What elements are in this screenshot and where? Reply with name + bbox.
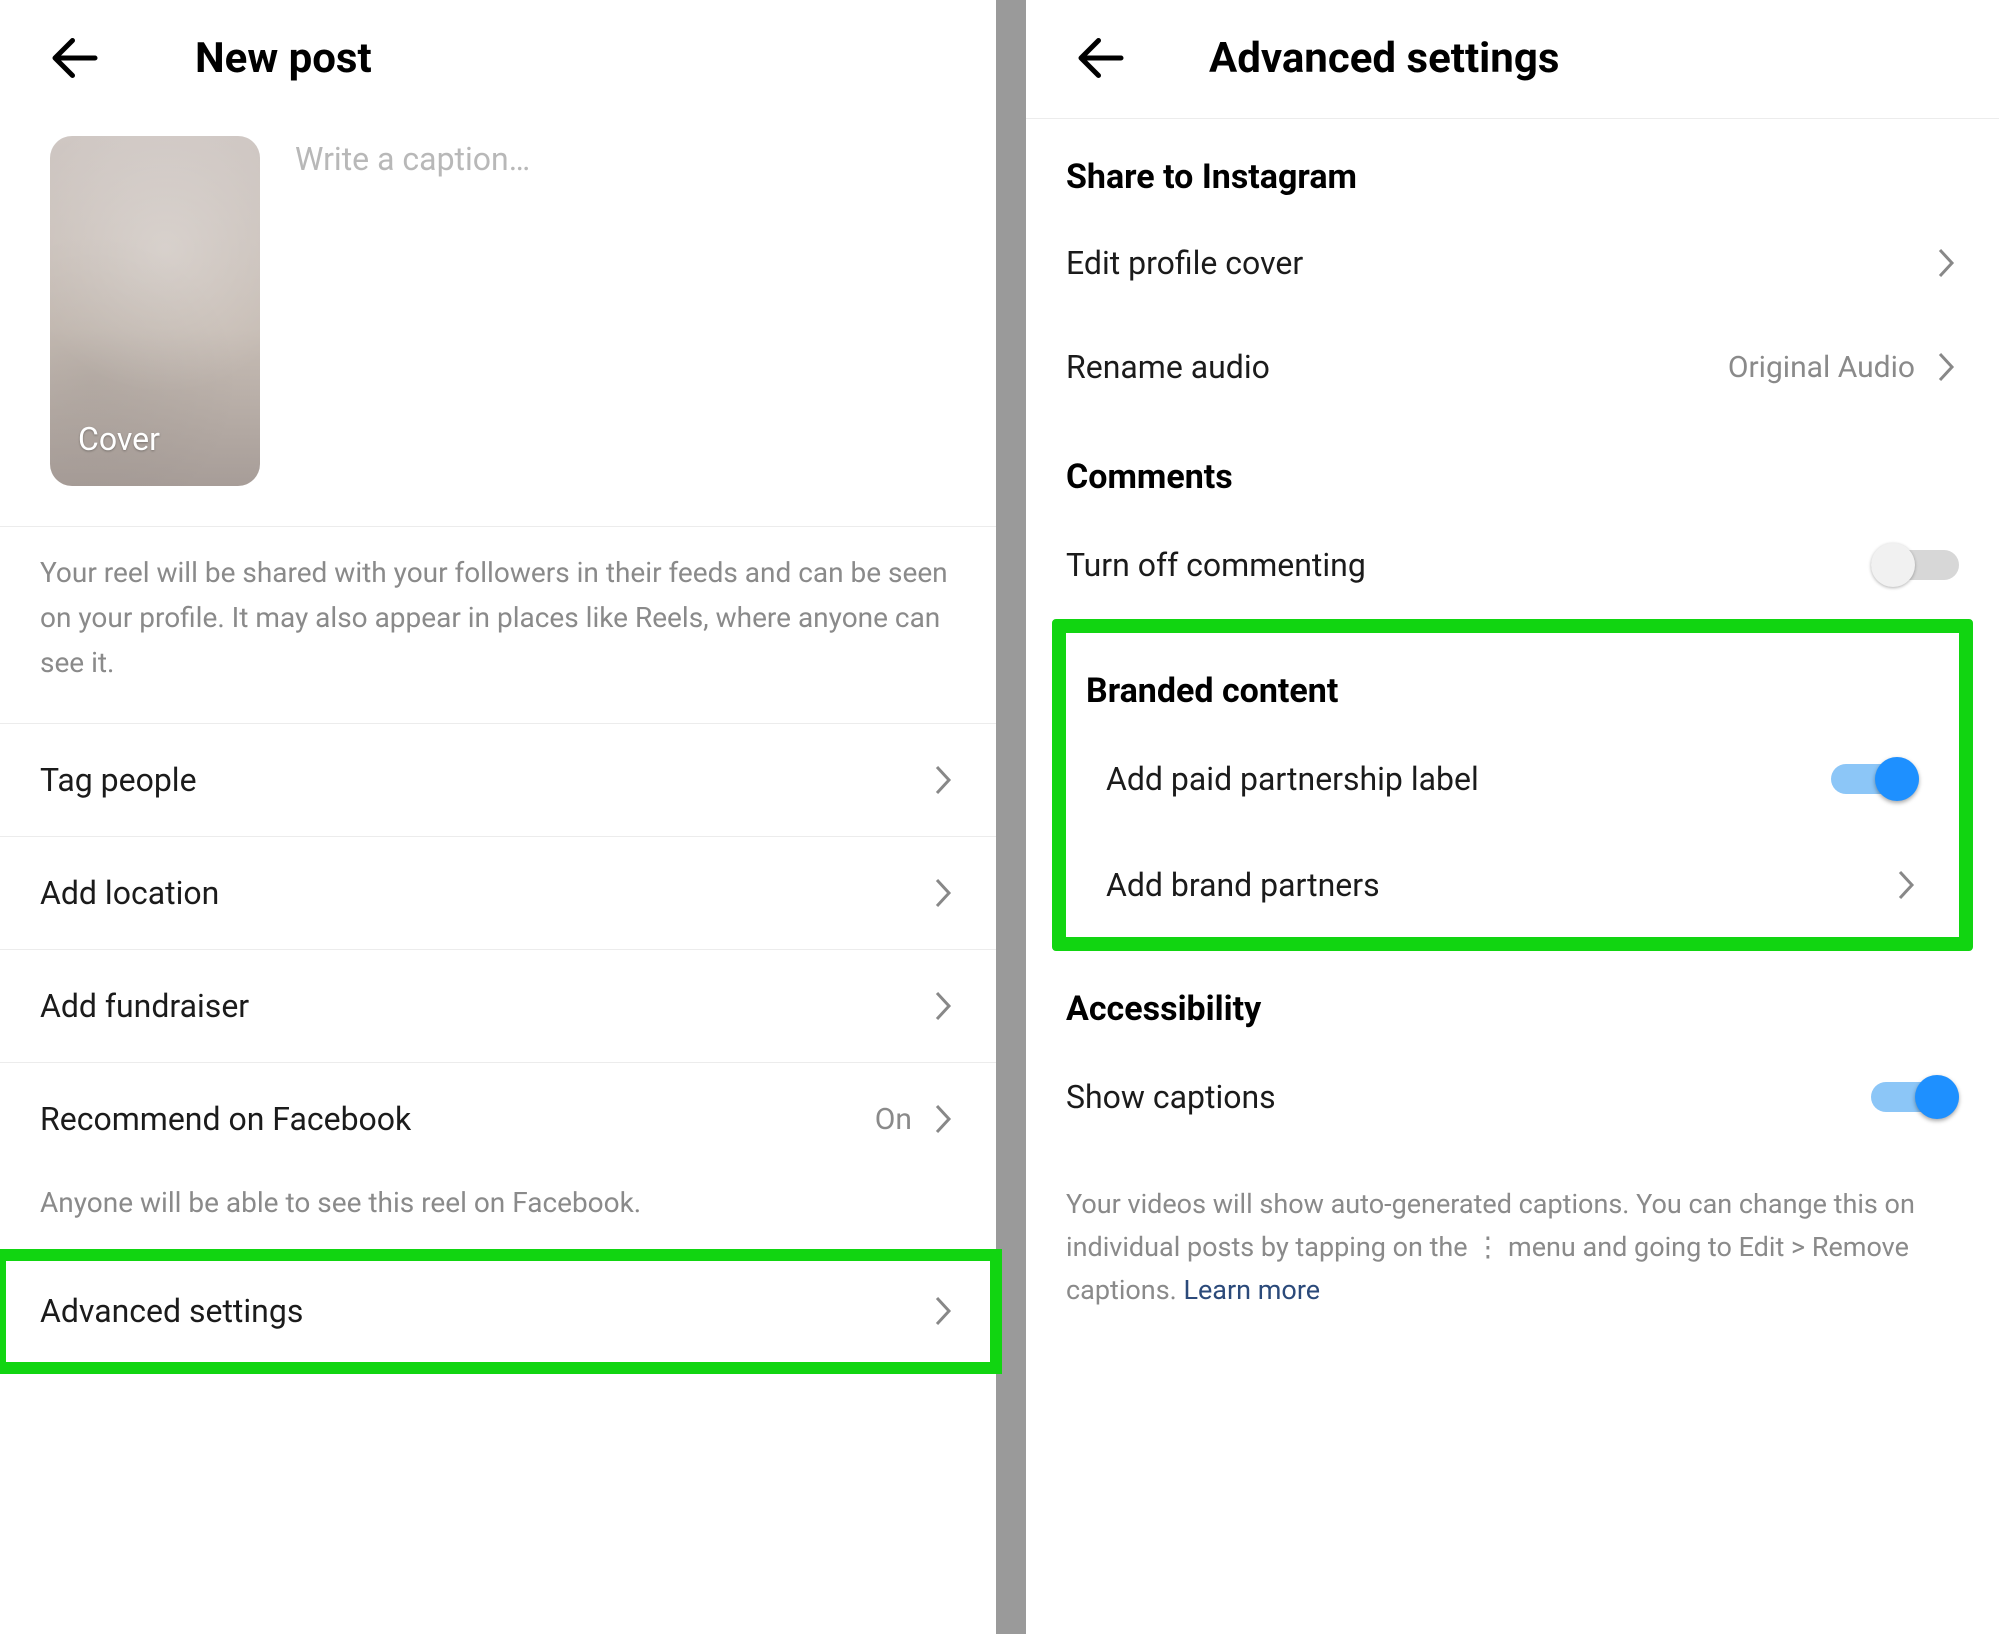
row-edit-profile-cover[interactable]: Edit profile cover [1026,211,1999,315]
row-tag-people[interactable]: Tag people [0,724,996,837]
header-left: New post [0,0,996,116]
back-button[interactable] [45,28,105,88]
recommend-fb-subtext: Anyone will be able to see this reel on … [0,1174,996,1254]
chevron-right-icon [1933,345,1959,389]
toggle-paid-partnership[interactable] [1831,755,1919,803]
toggle-commenting[interactable] [1871,541,1959,589]
chevron-right-icon [930,871,956,915]
row-label: Add brand partners [1106,866,1380,904]
back-button[interactable] [1071,28,1131,88]
row-label: Add fundraiser [40,987,249,1025]
row-label: Recommend on Facebook [40,1100,411,1138]
page-title: New post [195,34,372,83]
panel-new-post: New post Cover Write a caption… Your ree… [0,0,996,1634]
row-label: Rename audio [1066,348,1270,386]
branded-content-group: Branded content Add paid partnership lab… [1052,619,1973,951]
section-branded: Branded content [1066,633,1959,725]
row-label: Show captions [1066,1078,1276,1116]
row-add-location[interactable]: Add location [0,837,996,950]
toggle-knob [1875,757,1919,801]
row-recommend-facebook[interactable]: Recommend on Facebook On [0,1063,996,1175]
row-advanced-settings[interactable]: Advanced settings [0,1255,996,1368]
learn-more-link[interactable]: Learn more [1183,1274,1320,1306]
row-paid-partnership[interactable]: Add paid partnership label [1066,725,1959,833]
row-show-captions[interactable]: Show captions [1026,1043,1999,1151]
panel-divider [996,0,1026,1634]
row-value: Original Audio [1728,350,1915,385]
row-label: Tag people [40,761,197,799]
page-title: Advanced settings [1209,34,1559,83]
row-label: Add paid partnership label [1106,760,1479,798]
row-label: Turn off commenting [1066,546,1366,584]
row-value: On [875,1102,912,1137]
section-comments: Comments [1026,419,1999,511]
caption-input[interactable]: Write a caption… [295,136,530,486]
chevron-right-icon [930,758,956,802]
chevron-right-icon [930,984,956,1028]
row-rename-audio[interactable]: Rename audio Original Audio [1026,315,1999,419]
toggle-knob [1915,1075,1959,1119]
share-info-text: Your reel will be shared with your follo… [0,526,996,724]
chevron-right-icon [1933,241,1959,285]
row-label: Edit profile cover [1066,244,1303,282]
row-brand-partners[interactable]: Add brand partners [1066,833,1959,937]
row-label: Add location [40,874,219,912]
captions-note: Your videos will show auto-generated cap… [1026,1151,1999,1349]
panel-advanced-settings: Advanced settings Share to Instagram Edi… [1026,0,1999,1634]
toggle-show-captions[interactable] [1871,1073,1959,1121]
cover-thumbnail[interactable]: Cover [50,136,260,486]
compose-area: Cover Write a caption… [0,116,996,526]
header-right: Advanced settings [1026,0,1999,119]
toggle-knob [1871,543,1915,587]
chevron-right-icon [930,1289,956,1333]
section-accessibility: Accessibility [1026,951,1999,1043]
chevron-right-icon [930,1097,956,1141]
section-share: Share to Instagram [1026,119,1999,211]
chevron-right-icon [1893,863,1919,907]
arrow-left-icon [45,28,105,88]
arrow-left-icon [1071,28,1131,88]
cover-label: Cover [78,420,160,458]
row-turn-off-commenting[interactable]: Turn off commenting [1026,511,1999,619]
row-add-fundraiser[interactable]: Add fundraiser [0,950,996,1063]
row-label: Advanced settings [40,1292,303,1330]
